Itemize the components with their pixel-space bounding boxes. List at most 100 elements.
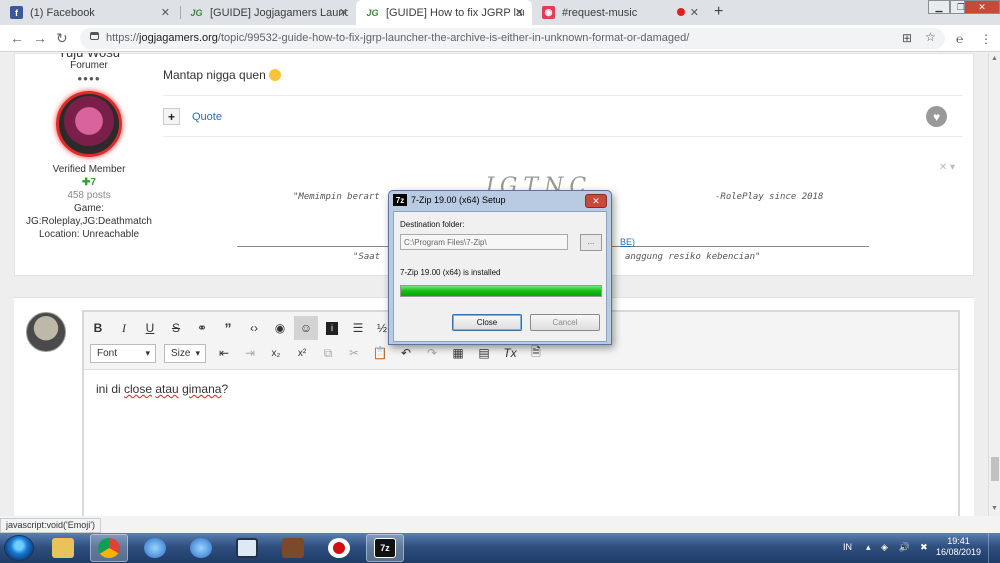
current-user-avatar[interactable] [26, 312, 66, 352]
start-button[interactable] [4, 535, 34, 561]
signature-tagline: -RolePlay since 2018 [715, 192, 824, 202]
show-desktop-button[interactable] [988, 533, 1000, 563]
underline-button[interactable]: U [138, 316, 162, 340]
close-tab-icon[interactable]: ✕ [690, 6, 699, 19]
close-button[interactable]: Close [452, 314, 522, 331]
taskbar-app-2[interactable] [182, 534, 220, 562]
member-title: Verified Member [52, 164, 126, 175]
facebook-icon: f [10, 6, 23, 19]
install-progress-bar [400, 285, 602, 297]
cut-icon[interactable]: ✂ [342, 341, 366, 365]
tray-icons[interactable]: ▴ ◈ 🔊 ✖ [866, 542, 932, 553]
quote-link[interactable]: Quote [192, 111, 222, 123]
emoji-icon[interactable]: ☺ [294, 316, 318, 340]
browse-button[interactable]: ... [580, 234, 602, 251]
window-app-icon [236, 538, 258, 558]
scroll-down-arrow-icon[interactable]: ▼ [991, 505, 998, 512]
install-status-text: 7-Zip 19.00 (x64) is installed [400, 268, 501, 277]
scroll-up-arrow-icon[interactable]: ▲ [991, 55, 998, 62]
address-bar[interactable]: https://jogjagamers.org/topic/99532-guid… [80, 28, 945, 49]
clock[interactable]: 19:41 16/08/2019 [936, 536, 981, 558]
indent-decrease-icon[interactable]: ⇤ [212, 341, 236, 365]
scrollbar-thumb[interactable] [991, 457, 999, 481]
taskbar-app-4[interactable] [274, 534, 312, 562]
superscript-icon[interactable]: x² [290, 341, 314, 365]
menu-kebab-icon[interactable]: ⋮ [980, 32, 992, 46]
reload-icon[interactable]: ↻ [56, 30, 68, 47]
taskbar-recorder[interactable] [320, 534, 358, 562]
browser-toolbar: ← → ↻ https://jogjagamers.org/topic/9953… [0, 25, 1000, 52]
close-tab-icon[interactable]: ✕ [339, 6, 348, 19]
editor-content[interactable]: ini di close atau gimana? [96, 382, 228, 396]
language-indicator[interactable]: IN [843, 542, 852, 552]
tab-jogjagamers-launcher[interactable]: JG [GUIDE] Jogjagamers Launcher [d ✕ [180, 0, 356, 25]
game-avatar-icon [282, 538, 304, 558]
reputation-badge: ✚7 [82, 177, 96, 188]
taskbar-chrome[interactable] [90, 534, 128, 562]
forward-arrow-icon[interactable]: → [33, 30, 47, 46]
globe-icon [190, 538, 212, 558]
close-tab-icon[interactable]: ✕ [515, 6, 524, 19]
taskbar-app-3[interactable] [228, 534, 266, 562]
extension-icon[interactable]: ℮ [956, 32, 963, 46]
dialog-body: Destination folder: C:\Program Files\7-Z… [393, 211, 607, 342]
info-icon[interactable]: i [320, 316, 344, 340]
bold-button[interactable]: B [86, 316, 110, 340]
game-value: JG:Roleplay,JG:Deathmatch [26, 216, 152, 227]
spoiler-eye-icon[interactable]: ◉ [268, 316, 292, 340]
copy-icon[interactable]: ⧉ [316, 341, 340, 365]
close-tab-icon[interactable]: ✕ [161, 6, 170, 19]
size-select[interactable]: Size [164, 344, 206, 363]
setup-dialog: 7z 7-Zip 19.00 (x64) Setup ✕ Destination… [388, 190, 612, 345]
bookmark-star-icon[interactable]: ☆ [925, 30, 936, 44]
cancel-button[interactable]: Cancel [530, 314, 600, 331]
dialog-title-bar[interactable]: 7z 7-Zip 19.00 (x64) Setup [393, 194, 506, 206]
link-icon[interactable]: ⚭ [190, 316, 214, 340]
destination-label: Destination folder: [400, 220, 465, 229]
indent-increase-icon[interactable]: ⇥ [238, 341, 262, 365]
windows-taskbar: 7z IN ▴ ◈ 🔊 ✖ 19:41 16/08/2019 [0, 533, 1000, 563]
code-icon[interactable]: ‹› [242, 316, 266, 340]
italic-button[interactable]: I [112, 316, 136, 340]
signature-quote-line: "Memimpin berart [293, 192, 380, 202]
signature-hide-icon[interactable]: ✕ ▾ [939, 162, 955, 173]
post-body: Mantap nigga quen [163, 68, 282, 82]
post-actions-bar: + Quote ♥ [163, 95, 963, 137]
minimize-button[interactable]: ▁ [928, 0, 950, 14]
link-status-tooltip: javascript:void('Emoji') [0, 518, 101, 533]
system-tray: IN ▴ ◈ 🔊 ✖ 19:41 16/08/2019 [838, 533, 1000, 563]
signature-quote-line-2: "Saat [353, 252, 381, 262]
record-icon [328, 538, 350, 558]
tab-facebook[interactable]: f (1) Facebook ✕ [0, 0, 178, 25]
discord-icon: ◉ [542, 6, 555, 19]
author-role: Forumer [70, 60, 108, 71]
author-avatar[interactable] [56, 91, 122, 157]
dialog-close-button[interactable]: ✕ [585, 194, 607, 208]
recording-dot-icon [677, 8, 685, 16]
taskbar-7zip[interactable]: 7z [366, 534, 404, 562]
subscript-icon[interactable]: x₂ [264, 341, 288, 365]
url-text: https://jogjagamers.org/topic/99532-guid… [106, 32, 690, 44]
taskbar-app-1[interactable] [136, 534, 174, 562]
back-arrow-icon[interactable]: ← [10, 30, 24, 46]
tab-request-music[interactable]: ◉ #request-music ✕ [532, 0, 707, 25]
translate-icon[interactable]: ⊞ [902, 31, 912, 45]
taskbar-explorer[interactable] [44, 534, 82, 562]
multiquote-button[interactable]: + [163, 108, 180, 125]
font-select[interactable]: Font [90, 344, 156, 363]
7zip-icon: 7z [374, 538, 396, 558]
bulleted-list-icon[interactable]: ☰ [346, 316, 370, 340]
destination-path-field: C:\Program Files\7-Zip\ [400, 234, 568, 250]
window-close-button[interactable]: ✕ [964, 0, 1000, 14]
signature-link[interactable]: BE) [620, 237, 635, 247]
chrome-icon [98, 538, 120, 558]
new-tab-button[interactable]: + [714, 3, 723, 21]
tab-how-to-fix-jgrp[interactable]: JG [GUIDE] How to fix JGRP launche ✕ [356, 0, 532, 25]
page-scrollbar[interactable]: ▲ ▼ [988, 53, 1000, 516]
folder-icon [52, 538, 74, 558]
author-rank-pips: ●●●● [77, 74, 101, 83]
quote-icon[interactable]: ” [216, 316, 240, 340]
tab-strip: f (1) Facebook ✕ JG [GUIDE] Jogjagamers … [0, 0, 1000, 25]
strikethrough-button[interactable]: S [164, 316, 188, 340]
like-heart-icon[interactable]: ♥ [926, 106, 947, 127]
